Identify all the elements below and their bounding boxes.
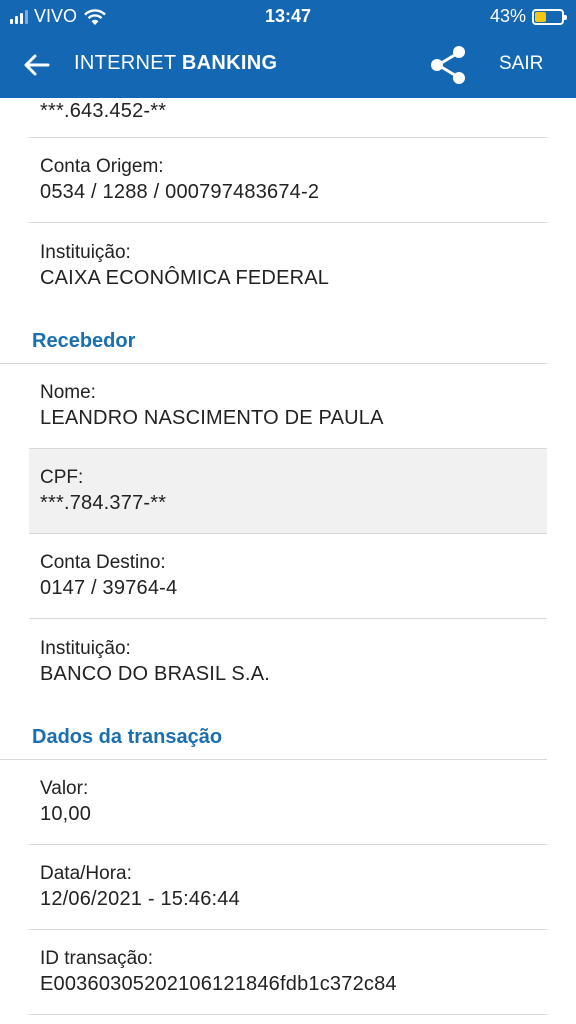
transaction-id-value: E00360305202106121846fdb1c372c84 [40, 973, 397, 995]
transaction-datetime-label: Data/Hora: [40, 863, 132, 884]
transaction-value-row: Valor: 10,00 [29, 760, 547, 845]
receiver-cpf-label: CPF: [40, 467, 84, 488]
origin-account-label: Conta Origem: [40, 156, 164, 177]
nav-bar: INTERNET BANKING SAIR [0, 32, 576, 98]
origin-account-row: Conta Origem: 0534 / 1288 / 000797483674… [29, 138, 547, 223]
receiver-account-value: 0147 / 39764-4 [40, 577, 178, 599]
receipt-content: ***.643.452-** Conta Origem: 0534 / 1288… [0, 98, 576, 1015]
origin-cpf-value: ***.643.452-** [40, 100, 167, 122]
origin-institution-row: Instituição: CAIXA ECONÔMICA FEDERAL [29, 223, 547, 308]
receiver-account-label: Conta Destino: [40, 552, 166, 573]
receiver-institution-value: BANCO DO BRASIL S.A. [40, 662, 270, 685]
app-header: VIVO 13:47 43% INTERNET BANKING SAIR [0, 0, 576, 98]
receiver-cpf-row: CPF: ***.784.377-** [29, 449, 547, 534]
transaction-id-label: ID transação: [40, 948, 153, 969]
receiver-heading: Recebedor [32, 330, 136, 352]
back-arrow-icon[interactable] [20, 48, 54, 82]
transaction-value-label: Valor: [40, 778, 89, 799]
receiver-name-value: LEANDRO NASCIMENTO DE PAULA [40, 407, 384, 429]
status-bar: VIVO 13:47 43% [0, 0, 576, 32]
transaction-section-heading: Dados da transação [0, 704, 547, 760]
origin-institution-label: Instituição: [40, 241, 131, 263]
share-icon[interactable] [428, 44, 470, 86]
transaction-datetime-row: Data/Hora: 12/06/2021 - 15:46:44 [29, 845, 547, 930]
receiver-name-row: Nome: LEANDRO NASCIMENTO DE PAULA [29, 364, 547, 449]
receiver-name-label: Nome: [40, 382, 96, 403]
battery-percent: 43% [489, 6, 526, 26]
origin-institution-value: CAIXA ECONÔMICA FEDERAL [40, 266, 330, 289]
origin-cpf-row: ***.643.452-** [29, 98, 547, 138]
transaction-heading: Dados da transação [32, 726, 223, 748]
transaction-value-amount: 10,00 [40, 803, 92, 825]
title-light: INTERNET [74, 52, 177, 74]
receiver-section-heading: Recebedor [0, 308, 547, 364]
logout-button[interactable]: SAIR [499, 53, 543, 75]
battery-icon [532, 8, 567, 25]
receiver-institution-label: Instituição: [40, 637, 131, 659]
receiver-institution-row: Instituição: BANCO DO BRASIL S.A. [29, 619, 547, 704]
page-title: INTERNET BANKING [74, 52, 277, 75]
title-bold: BANKING [181, 52, 278, 74]
status-right: 43% [489, 6, 567, 27]
receiver-account-row: Conta Destino: 0147 / 39764-4 [29, 534, 547, 619]
receiver-cpf-value: ***.784.377-** [40, 492, 167, 514]
transaction-id-row: ID transação: E00360305202106121846fdb1c… [29, 930, 547, 1015]
transaction-datetime-value: 12/06/2021 - 15:46:44 [40, 888, 240, 910]
origin-account-value: 0534 / 1288 / 000797483674-2 [40, 181, 320, 203]
